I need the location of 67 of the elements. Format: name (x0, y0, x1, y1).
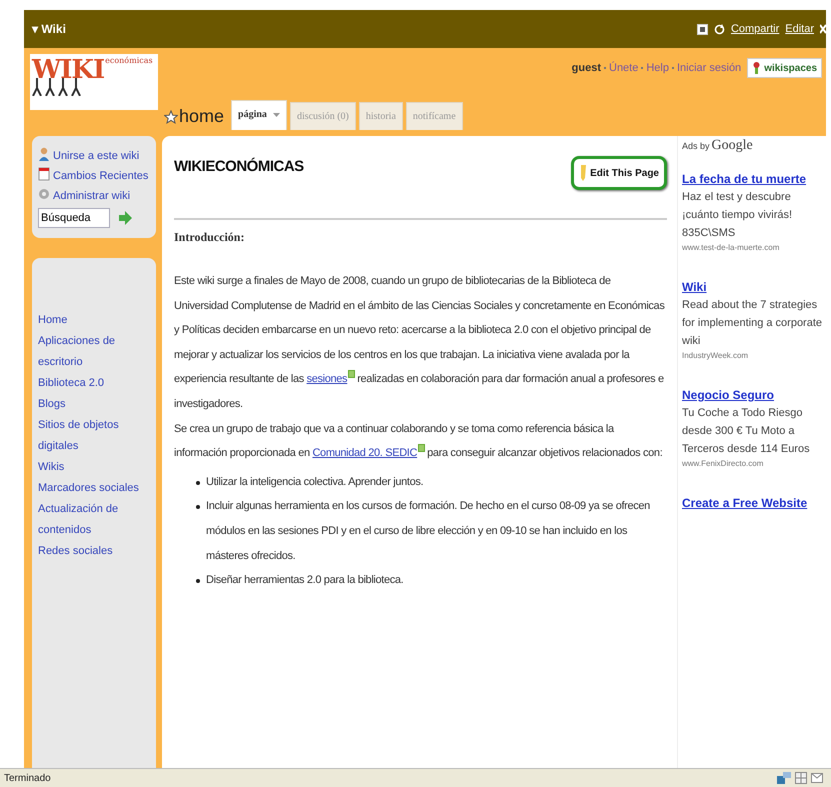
bullet-icon (196, 579, 200, 584)
ad-url: www.FenixDirecto.com (682, 458, 764, 470)
calendar-icon (38, 167, 50, 181)
ad-text: Haz el test y descubre ¡cuánto tiempo vivirás! 835C\SMS (682, 190, 794, 241)
frame-title: ▾ Wiki (32, 22, 66, 36)
text-link[interactable]: Comunidad 20. SEDIC (312, 447, 418, 460)
ad-title-link[interactable]: Wiki (682, 278, 822, 296)
logo-subtitle: económicas (105, 56, 153, 65)
grid-icon (795, 772, 807, 784)
search-field[interactable]: Búsqueda (38, 208, 110, 228)
gear-icon (38, 187, 50, 201)
edit-page-button[interactable]: Edit This Page (571, 156, 667, 190)
ad-text: Read about the 7 strategies for implementing a corporate wiki (682, 298, 822, 349)
network-icon (777, 772, 791, 784)
ad-title-link[interactable]: Negocio Seguro (682, 386, 822, 404)
sidebar-link[interactable]: Cambios Recientes (38, 166, 150, 186)
section-heading: Introducción: (174, 230, 246, 245)
account-link[interactable]: Únete (609, 62, 638, 74)
go-arrow-icon (118, 211, 132, 225)
star-icon (164, 110, 178, 124)
external-link-icon (348, 370, 356, 378)
nav-link[interactable]: Redes sociales (38, 541, 150, 562)
window-icon (696, 24, 708, 34)
nav-link[interactable]: Blogs (38, 394, 150, 415)
list-item-text: Incluir algunas herramienta en los cursos de formación. De hecho en el curso 08-09 ya se ofrecen módulos en las sesiones PDI y en el curso de libre elección y en 09-10 se han incluido en los másteres ofrecidos. (206, 499, 651, 564)
envelope-icon (811, 773, 823, 783)
pencil-icon (579, 165, 588, 181)
nav-link[interactable]: Marcadores sociales (38, 478, 150, 499)
paragraph: Este wiki surge a finales de Mayo de 2008, cuando un grupo de bibliotecarias de la Biblioteca de Universidad Complutense de Madrid en el ámbito de las Ciencias Sociales y concretamente en Económicas y Políticas deciden embarcarse en un nuevo reto: acercarse a la biblioteca 2.0 con el objetivo principal de mejorar y actualizar los servicios de los centros en los que trabajan. La iniciativa viene avalada por la experiencia resultante de las sesiones realizadas en colaboración para dar formación anual a profesores e investigadores. (174, 274, 666, 412)
page-name: home (179, 106, 224, 127)
list-item-text: Utilizar la inteligencia colectiva. Aprender juntos. (206, 474, 424, 490)
nav-link[interactable]: Sitios de objetos digitales (38, 415, 150, 457)
bullet-icon (196, 480, 200, 485)
account-link[interactable]: Iniciar sesión (676, 62, 742, 74)
paragraph: Se crea un grupo de trabajo que va a continuar colaborando y se toma como referencia básica la información proporcionada en Comunidad 20. SEDIC para conseguir alcanzar objetivos relacionados con: (174, 422, 664, 462)
frame-link[interactable]: Compartir (730, 23, 780, 35)
plant-icon (752, 62, 762, 74)
status-text: Terminado (4, 772, 51, 784)
sidebar-link[interactable]: Administrar wiki (38, 186, 150, 206)
ad-title-link[interactable]: Create a Free Website (682, 494, 822, 512)
user-name: guest (572, 62, 601, 74)
bullet-icon (196, 505, 200, 510)
external-link-icon (418, 444, 426, 452)
ads-brand: Google (712, 138, 753, 154)
ad-url: www.test-de-la-muerte.com (682, 242, 780, 254)
page-title: WIKIECONÓMICAS (174, 158, 304, 175)
frame-link[interactable]: Editar (785, 23, 814, 35)
list-item-text: Diseñar herramientas 2.0 para la biblioteca. (206, 573, 404, 588)
close-icon (820, 24, 826, 34)
nav-link[interactable]: Home (38, 310, 150, 331)
nav-link[interactable]: Aplicaciones de escritorio (38, 331, 150, 373)
refresh-icon (714, 24, 725, 34)
text-link[interactable]: sesiones (306, 373, 348, 386)
nav-link[interactable]: Actualización de contenidos (38, 499, 150, 541)
account-link[interactable]: Help (646, 62, 669, 74)
nav-link[interactable]: Wikis (38, 457, 150, 478)
person-icon (38, 147, 50, 161)
logo-wordmark: WIKI (32, 56, 104, 84)
tab[interactable]: página (231, 100, 287, 130)
nav-link[interactable]: Biblioteca 2.0 (38, 373, 150, 394)
ad-text: Tu Coche a Todo Riesgo desde 300 € Tu Moto a Terceros desde 114 Euros (682, 406, 811, 457)
ad-title-link[interactable]: La fecha de tu muerte (682, 170, 822, 188)
wikispaces-button[interactable]: wikispaces (747, 58, 822, 78)
ads-label: Ads by (682, 141, 710, 151)
caret-icon (272, 112, 280, 116)
ad-url: IndustryWeek.com (682, 350, 750, 362)
sidebar-link[interactable]: Unirse a este wiki (38, 146, 150, 166)
